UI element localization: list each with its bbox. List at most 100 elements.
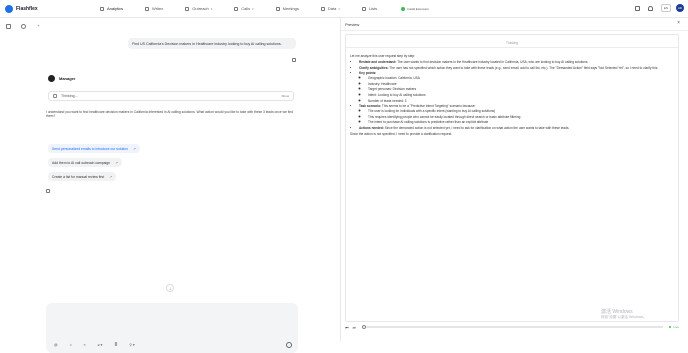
preview-title: Preview bbox=[345, 21, 360, 27]
send-icon bbox=[185, 6, 190, 11]
key-points-list: Geographic location: California, USA Ind… bbox=[359, 76, 675, 103]
nav-item-analytics[interactable]: Analytics bbox=[96, 4, 127, 14]
agent-name: Manager bbox=[59, 76, 76, 81]
user-message: Find US California's Decision makers in … bbox=[128, 38, 296, 49]
nav-item-label: Lists bbox=[368, 6, 378, 11]
nav-item-outreach[interactable]: Outreach ▾ bbox=[181, 4, 216, 14]
copy-icon[interactable] bbox=[292, 58, 296, 62]
thinking-tag: Thinking bbox=[505, 41, 519, 45]
thinking-label: Thinking... bbox=[61, 94, 78, 98]
app-logo[interactable]: Flashflex bbox=[5, 4, 49, 13]
composer-toolbar: @ ⌗ ≡ ⌀ ▾ ≣ ⚲ ▾ bbox=[54, 343, 147, 347]
list-item: Restate and understand: The user wants t… bbox=[359, 60, 675, 65]
hashtag-icon[interactable]: ⌗ bbox=[70, 343, 72, 347]
chevron-down-icon: ▾ bbox=[210, 6, 213, 11]
scenario-list: The user is looking for individuals with… bbox=[359, 109, 675, 125]
app-name: Flashflex bbox=[16, 5, 38, 12]
intro-text: Let me analyze this user request step by… bbox=[350, 54, 416, 58]
live-label: Live bbox=[673, 325, 679, 329]
slider-handle[interactable] bbox=[361, 324, 366, 329]
search-selector[interactable]: ⚲ ▾ bbox=[129, 343, 134, 347]
suggestion-send-emails[interactable]: Send personalized emails to introduce ou… bbox=[48, 144, 140, 153]
nav-item-label: Calls bbox=[241, 6, 251, 11]
main-nav: Analytics Writex Outreach ▾ Calls ▾ Meet… bbox=[54, 4, 429, 14]
live-dot-icon bbox=[668, 325, 672, 329]
suggestion-label: Add them to AI call outreach campaign bbox=[52, 160, 111, 165]
windows-activation-watermark: 激活 Windows 转到"设置"以激活 Windows。 bbox=[601, 310, 647, 319]
chart-icon bbox=[100, 6, 104, 11]
list-item: This requires identifying people who can… bbox=[368, 115, 675, 120]
preview-pane: Preview × Thinking Let me analyze this u… bbox=[341, 18, 688, 341]
list-icon[interactable]: ≡ bbox=[84, 343, 86, 347]
suggestion-label: Create a list for manual review first bbox=[52, 174, 105, 179]
avatar[interactable]: AD bbox=[676, 4, 684, 12]
language-selector[interactable]: EN bbox=[660, 4, 671, 12]
preview-content: Thinking Let me analyze this user reques… bbox=[345, 34, 679, 322]
chevron-down-icon: ▾ bbox=[338, 6, 340, 11]
nav-item-lists[interactable]: Lists bbox=[358, 4, 381, 14]
scroll-down-button[interactable]: ↓ bbox=[166, 284, 174, 292]
close-icon[interactable]: × bbox=[677, 21, 680, 26]
wallet-icon[interactable] bbox=[634, 5, 640, 11]
closing-text: Since the action is not specified, I nee… bbox=[350, 131, 453, 136]
chat-pane: + Find US California's Decision makers i… bbox=[0, 18, 340, 353]
nav-item-writex[interactable]: Writex bbox=[141, 4, 167, 14]
list-item: The user is looking for individuals with… bbox=[368, 109, 675, 114]
copy-icon[interactable] bbox=[46, 189, 50, 193]
chevron-down-icon: ▾ bbox=[252, 6, 254, 11]
list-item: Intent: Looking to buy AI calling soluti… bbox=[368, 93, 675, 98]
live-indicator[interactable]: Live bbox=[668, 325, 679, 329]
pen-icon bbox=[145, 6, 150, 11]
chat-toolbar: + bbox=[6, 24, 51, 29]
send-button[interactable] bbox=[286, 342, 292, 348]
thinking-panel[interactable]: Thinking... Show bbox=[48, 91, 294, 101]
nav-item-label: Data bbox=[327, 6, 337, 11]
agent-header: Manager bbox=[48, 75, 75, 82]
history-icon[interactable] bbox=[21, 24, 26, 29]
nav-item-label: Meetings bbox=[282, 6, 299, 11]
list-item: Number of leads needed: 3 bbox=[368, 99, 675, 104]
install-extension-label: Install Extension bbox=[407, 6, 429, 11]
divider bbox=[346, 47, 678, 48]
list-icon bbox=[361, 6, 366, 11]
progress-slider[interactable] bbox=[361, 324, 663, 329]
message-composer[interactable]: @ ⌗ ≡ ⌀ ▾ ≣ ⚲ ▾ bbox=[46, 303, 298, 353]
suggestion-create-list[interactable]: Create a list for manual review first ↗ bbox=[48, 172, 117, 181]
suggestion-add-campaign[interactable]: Add them to AI call outreach campaign ↗ bbox=[48, 158, 122, 167]
nav-item-label: Analytics bbox=[107, 6, 124, 11]
skip-back-icon[interactable]: ⏮ bbox=[345, 325, 349, 330]
list-item: Actions needed: Since the demanded actio… bbox=[359, 126, 675, 131]
new-chat-icon[interactable]: + bbox=[36, 24, 41, 29]
nav-item-label: Writex bbox=[152, 6, 164, 11]
arrow-down-icon: ↓ bbox=[169, 285, 171, 291]
suggestion-label: Send personalized emails to introduce ou… bbox=[52, 146, 128, 151]
bell-icon[interactable] bbox=[647, 5, 653, 11]
nav-item-data[interactable]: Data ▾ bbox=[317, 4, 344, 14]
play-icon[interactable]: ⏯ bbox=[353, 325, 356, 330]
thinking-toggle[interactable]: Show bbox=[281, 94, 289, 98]
list-item: Task scenario: This seems to be a "Predi… bbox=[359, 104, 675, 124]
install-extension-link[interactable]: Install Extension bbox=[401, 6, 429, 11]
watermark-subtitle: 转到"设置"以激活 Windows。 bbox=[601, 314, 647, 319]
list-item: Clarify ambiguities: The user has not sp… bbox=[359, 66, 675, 71]
phone-icon bbox=[234, 6, 239, 11]
mention-icon[interactable]: @ bbox=[54, 343, 58, 347]
list-item: Key points: Geographic location: Califor… bbox=[359, 71, 675, 103]
sidebar-toggle-icon[interactable] bbox=[6, 24, 11, 29]
agent-answer: I understand you want to find healthcare… bbox=[46, 110, 294, 119]
preview-header: Preview × bbox=[341, 18, 688, 31]
analysis-list: Restate and understand: The user wants t… bbox=[350, 60, 675, 130]
nav-item-calls[interactable]: Calls ▾ bbox=[230, 4, 257, 14]
database-icon bbox=[320, 6, 325, 11]
thinking-icon bbox=[53, 94, 57, 98]
format-icon[interactable]: ≣ bbox=[114, 343, 117, 347]
logo-icon bbox=[5, 4, 13, 13]
nav-item-meetings[interactable]: Meetings bbox=[272, 4, 303, 14]
list-item: Target personas: Decision makers bbox=[368, 87, 675, 92]
top-navigation-bar: Flashflex Analytics Writex Outreach ▾ Ca… bbox=[0, 0, 688, 18]
calendar-icon bbox=[275, 6, 280, 11]
model-selector[interactable]: ⌀ ▾ bbox=[98, 343, 103, 347]
chrome-icon bbox=[401, 6, 406, 11]
replay-controls: ⏮ ⏯ Live bbox=[345, 322, 679, 332]
nav-item-label: Outreach bbox=[192, 6, 209, 11]
